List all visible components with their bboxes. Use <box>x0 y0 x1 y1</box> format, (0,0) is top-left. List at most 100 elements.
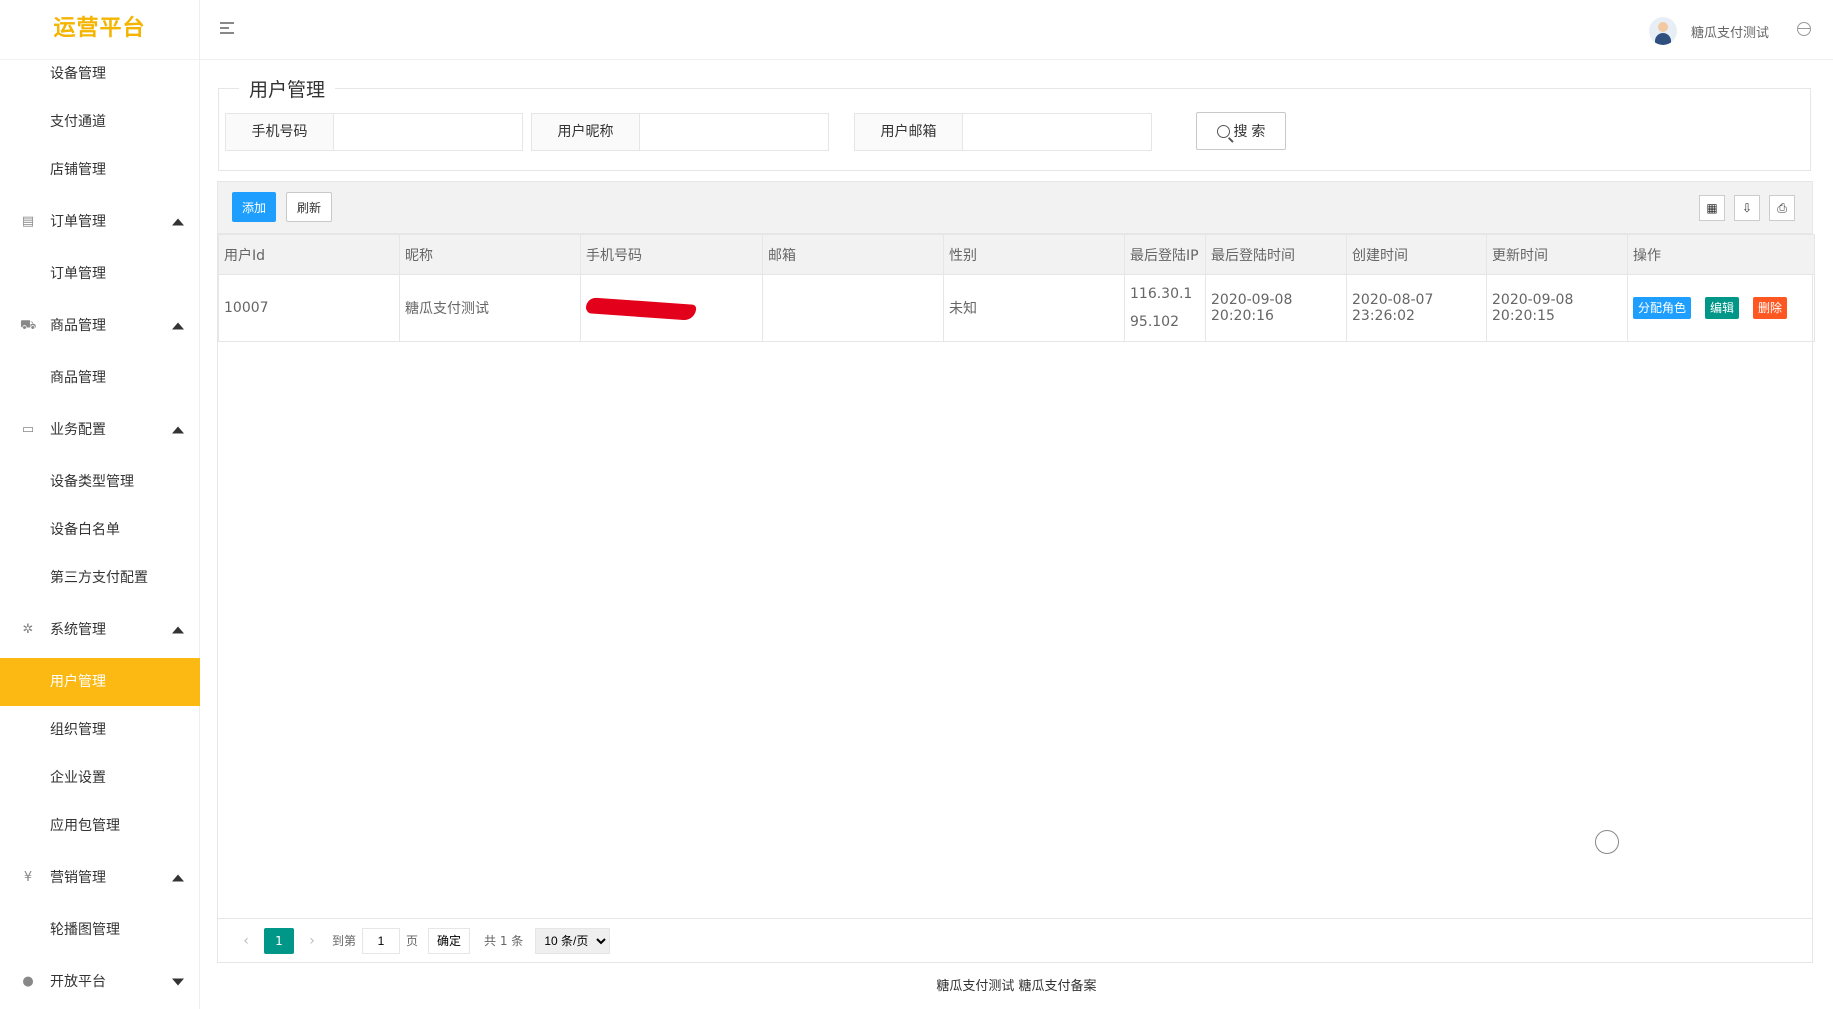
nickname-input[interactable] <box>640 114 828 150</box>
sidebar-group[interactable]: ▤ 订单管理 <box>0 194 200 250</box>
redaction-mark <box>586 291 696 321</box>
table-header-row: 用户Id 昵称 手机号码 邮箱 性别 最后登陆IP 最后登陆时间 创建时间 更新时间 操作 <box>218 234 1815 275</box>
sidebar-item-label: 店铺管理 <box>50 162 106 178</box>
cell-created: 2020-08-07 23:26:02 <box>1346 274 1487 342</box>
cell-id: 10007 <box>218 274 400 342</box>
sidebar-group[interactable]: ● 开放平台 <box>0 954 200 1009</box>
column-header: 最后登陆时间 <box>1205 234 1347 275</box>
print-icon[interactable]: ⎙ <box>1769 195 1795 221</box>
sidebar-item-label: 轮播图管理 <box>50 922 120 938</box>
clipboard-icon: ▤ <box>21 214 35 229</box>
sidebar: 运营平台 设备管理 支付通道 店铺管理 ▤ 订单管理 订单管理 ⛟ 商品管理 商品管理 ▭ 业务配置… <box>0 0 200 1009</box>
loading-spinner-icon <box>1595 830 1619 854</box>
user-menu[interactable]: 糖瓜支付测试 <box>1648 16 1769 46</box>
sidebar-item[interactable]: 设备白名单 <box>0 506 200 554</box>
sidebar-group[interactable]: ✲ 系统管理 <box>0 602 200 658</box>
column-header: 操作 <box>1627 234 1815 275</box>
cell-email <box>762 274 944 342</box>
cell-updated: 2020-09-08 20:20:15 <box>1486 274 1628 342</box>
caret-up-icon <box>172 426 184 434</box>
sidebar-item[interactable]: 支付通道 <box>0 98 200 146</box>
username: 糖瓜支付测试 <box>1690 25 1769 41</box>
cell-ops: 分配角色 编辑 删除 <box>1627 274 1815 342</box>
sidebar-item-label: 营销管理 <box>50 870 106 886</box>
email-input[interactable] <box>963 114 1151 150</box>
book-icon: ▭ <box>21 422 35 437</box>
column-header: 邮箱 <box>762 234 944 275</box>
phone-field: 手机号码 <box>225 113 523 151</box>
cell-last-login: 2020-09-08 20:20:16 <box>1205 274 1347 342</box>
delete-button[interactable]: 删除 <box>1753 297 1788 319</box>
caret-up-icon <box>172 626 184 634</box>
sidebar-item-label: 组织管理 <box>50 722 106 738</box>
cell-nickname: 糖瓜支付测试 <box>399 274 581 342</box>
sidebar-item[interactable]: 应用包管理 <box>0 802 200 850</box>
refresh-button[interactable]: 刷新 <box>286 192 332 222</box>
search-icon <box>1216 124 1230 138</box>
sidebar-item-label: 支付通道 <box>50 114 106 130</box>
sidebar-item-label: 设备管理 <box>50 66 106 82</box>
user-table-panel: 添加 刷新 ▦ ⇩ ⎙ 用户Id 昵称 手机号码 邮箱 性别 最后登陆IP 最后登陆时间 创建… <box>217 181 1815 963</box>
cart-icon: ⛟ <box>20 318 37 333</box>
avatar[interactable] <box>1648 17 1677 45</box>
sidebar-item-label: 订单管理 <box>50 214 106 230</box>
sidebar-item-label: 设备白名单 <box>50 522 120 538</box>
sidebar-item[interactable]: 组织管理 <box>0 706 200 754</box>
sidebar-item[interactable]: 轮播图管理 <box>0 906 200 954</box>
user-table: 用户Id 昵称 手机号码 邮箱 性别 最后登陆IP 最后登陆时间 创建时间 更新时间 操作 100… <box>218 234 1815 342</box>
sidebar-item[interactable]: 商品管理 <box>0 354 200 402</box>
footer: 糖瓜支付测试 糖瓜支付备案 <box>936 979 1097 994</box>
globe-icon[interactable] <box>1797 22 1811 36</box>
sidebar-item[interactable]: 店铺管理 <box>0 146 200 194</box>
sidebar-item[interactable]: 设备管理 <box>0 50 200 98</box>
assign-role-button[interactable]: 分配角色 <box>1633 297 1692 319</box>
sidebar-item-label: 开放平台 <box>50 974 106 990</box>
sidebar-group[interactable]: ▭ 业务配置 <box>0 402 200 458</box>
sidebar-item[interactable]: 订单管理 <box>0 250 200 298</box>
page-current[interactable]: 1 <box>264 927 294 954</box>
pagination: ‹ 1 › 到第 页 确定 共 1 条 10 条/页 <box>218 918 1812 962</box>
goto-page-input[interactable] <box>362 927 401 954</box>
gear-icon: ✲ <box>22 622 34 637</box>
next-page-icon[interactable]: › <box>298 933 326 949</box>
email-label: 用户邮箱 <box>855 114 963 150</box>
table-toolbar: 添加 刷新 ▦ ⇩ ⎙ <box>218 182 1812 234</box>
menu-toggle-icon[interactable] <box>220 22 234 36</box>
column-header: 更新时间 <box>1486 234 1628 275</box>
cell-phone <box>580 274 763 342</box>
add-button[interactable]: 添加 <box>232 192 276 222</box>
sidebar-item[interactable]: 第三方支付配置 <box>0 554 200 602</box>
prev-page-icon[interactable]: ‹ <box>232 933 260 949</box>
nickname-label: 用户昵称 <box>532 114 640 150</box>
apple-icon: ● <box>22 974 34 989</box>
caret-up-icon <box>172 218 184 226</box>
column-header: 最后登陆IP <box>1124 234 1206 275</box>
column-header: 手机号码 <box>580 234 763 275</box>
sidebar-menu: 设备管理 支付通道 店铺管理 ▤ 订单管理 订单管理 ⛟ 商品管理 商品管理 ▭ 业务配置 设备类型管… <box>0 50 200 1009</box>
phone-input[interactable] <box>334 114 522 150</box>
yen-icon: ¥ <box>23 870 33 885</box>
sidebar-item[interactable]: 设备类型管理 <box>0 458 200 506</box>
page-title: 用户管理 <box>239 75 336 102</box>
column-header: 性别 <box>943 234 1125 275</box>
sidebar-group[interactable]: ¥ 营销管理 <box>0 850 200 906</box>
sidebar-item[interactable]: 企业设置 <box>0 754 200 802</box>
search-button[interactable]: 搜 索 <box>1196 112 1286 150</box>
column-header: 昵称 <box>399 234 581 275</box>
nickname-field: 用户昵称 <box>531 113 829 151</box>
cell-gender: 未知 <box>943 274 1125 342</box>
phone-label: 手机号码 <box>226 114 334 150</box>
export-icon[interactable]: ⇩ <box>1734 195 1760 221</box>
goto-confirm-button[interactable]: 确定 <box>428 927 471 954</box>
column-header: 用户Id <box>218 234 400 275</box>
sidebar-item-label: 业务配置 <box>50 422 106 438</box>
sidebar-item-label: 系统管理 <box>50 622 106 638</box>
columns-icon[interactable]: ▦ <box>1699 195 1725 221</box>
app-root: 运营平台 设备管理 支付通道 店铺管理 ▤ 订单管理 订单管理 ⛟ 商品管理 商品管理 ▭ 业务配置… <box>0 0 1833 1009</box>
sidebar-item-label: 应用包管理 <box>50 818 120 834</box>
sidebar-item[interactable]: 用户管理 <box>0 658 200 706</box>
sidebar-group[interactable]: ⛟ 商品管理 <box>0 298 200 354</box>
edit-button[interactable]: 编辑 <box>1705 297 1740 319</box>
cell-last-ip: 116.30.195.102 <box>1124 274 1206 342</box>
page-size-select[interactable]: 10 条/页 <box>535 927 611 954</box>
